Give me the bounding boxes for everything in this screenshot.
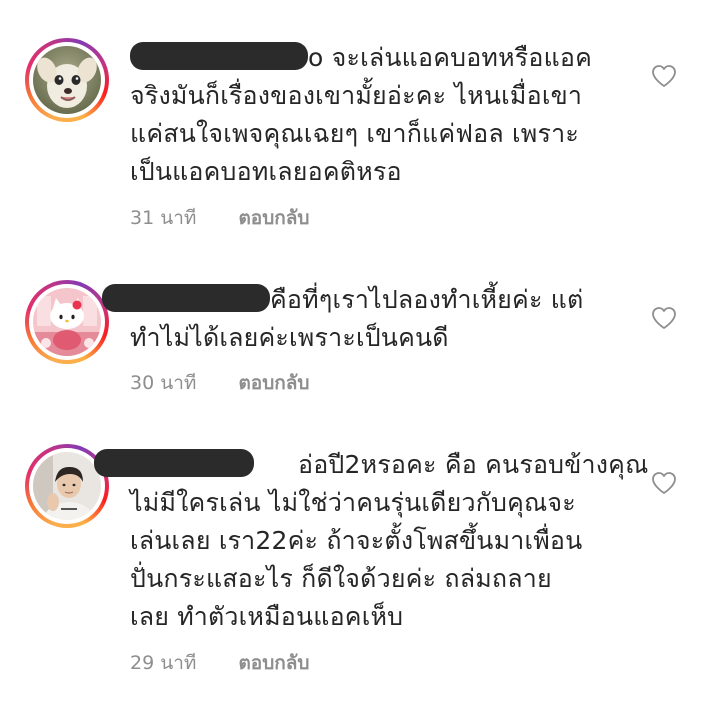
comment-text: อ่อปี2หรอคะ คือ คนรอบข้างคุณ ไม่มีใครเล่… [94,446,650,636]
reply-button[interactable]: ตอบกลับ [238,648,309,678]
comment-text-line: คือที่ๆเราไปลองทำเหี้ยค่ะ แต่ [270,285,584,314]
heart-outline-icon[interactable] [651,306,677,330]
dog-photo-avatar [33,46,101,114]
comment-timestamp: 30 นาที [130,372,197,394]
comment-text-line: เลย ทำตัวเหมือนแอคเห็บ [130,602,404,631]
hello-kitty-photo-avatar [33,288,101,356]
comment-meta: 30 นาที ตอบกลับ [130,368,309,398]
comment-text-line: ไม่มีใครเล่น ไม่ใช่ว่าคนรุ่นเดียวกับคุณจ… [130,488,576,517]
comment-meta: 29 นาที ตอบกลับ [130,648,309,678]
comment-text-line: เป็นแอคบอทเลยอคติหรอ [130,157,402,186]
redacted-username [102,284,270,312]
comment-text-line: จริงมันก็เรื่องของเขามั้ยอ่ะคะ ไหนเมื่อเ… [130,81,583,110]
comment-text: o จะเล่นแอคบอทหรือแอค จริงมันก็เรื่องของ… [130,39,650,191]
person-photo-avatar [33,452,101,520]
comment-text-line: o จะเล่นแอคบอทหรือแอค [308,43,593,72]
heart-outline-icon[interactable] [651,64,677,88]
avatar[interactable] [25,38,109,122]
reply-button[interactable]: ตอบกลับ [238,368,309,398]
comment-text-line: ทำไม่ได้เลยค่ะเพราะเป็นคนดี [130,323,449,352]
redacted-username [130,42,308,70]
comment-meta: 31 นาที ตอบกลับ [130,203,309,233]
heart-outline-icon[interactable] [651,471,677,495]
comment-text-line: แค่สนใจเพจคุณเฉยๆ เขาก็แค่ฟอล เพราะ [130,119,579,148]
reply-button[interactable]: ตอบกลับ [238,203,309,233]
avatar[interactable] [25,280,109,364]
comment-text: คือที่ๆเราไปลองทำเหี้ยค่ะ แต่ ทำไม่ได้เล… [102,281,650,357]
comment-text-line: อ่อปี2หรอคะ คือ คนรอบข้างคุณ [298,450,649,479]
comment-text-line: ปั่นกระแสอะไร ก็ดีใจด้วยค่ะ ถล่มถลาย [130,564,552,593]
comment-text-line: เล่นเลย เรา22ค่ะ ถ้าจะตั้งโพสขึ้นมาเพื่อ… [130,526,583,555]
comment-timestamp: 31 นาที [130,207,197,229]
redacted-username [94,449,254,477]
comment-timestamp: 29 นาที [130,652,197,674]
